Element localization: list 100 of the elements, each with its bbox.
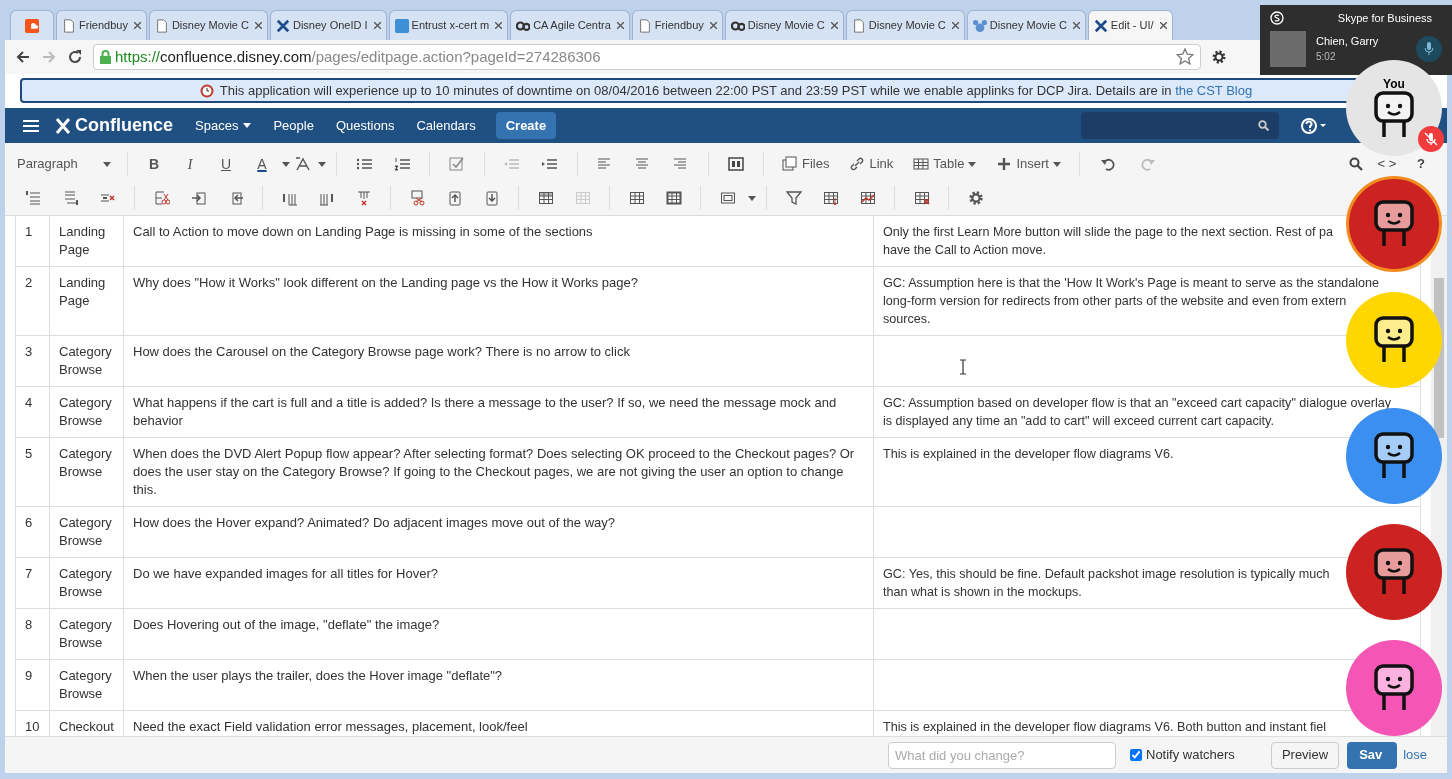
table-layout-icon[interactable] [719,190,736,206]
blog-link[interactable]: the CST Blog [1175,82,1253,98]
browser-tab[interactable]: Friendbuy [631,10,723,40]
source-editor-button[interactable]: < > [1367,154,1407,174]
link-icon [849,156,866,172]
table-chart-icon[interactable] [859,190,876,206]
bold-button[interactable]: B [138,150,170,178]
table-sort-icon[interactable] [822,190,839,206]
reload-icon[interactable] [67,49,83,65]
table-grid-icon[interactable] [628,190,645,206]
toolbar-button[interactable]: Link [841,150,902,178]
preview-button[interactable]: Preview [1270,741,1340,769]
photo-placeholder [1270,31,1306,67]
nav-link[interactable]: Spaces [195,115,252,136]
paragraph-format-dropdown[interactable]: Paragraph [17,154,117,174]
create-button[interactable]: Create [495,112,557,139]
browser-tab[interactable] [10,10,54,40]
save-button[interactable]: Sav [1347,741,1398,769]
files-icon [782,156,798,172]
answer-cell: This is explained in the developer flow diagrams V6. Both button and instant fiel [883,720,1327,734]
insert-row-above-icon[interactable] [25,190,42,206]
paste-column-before-icon[interactable] [446,190,463,206]
browser-tab[interactable]: CA Agile Centra [510,10,630,40]
close-icon[interactable] [1159,22,1167,29]
row-number: 6 [25,515,33,530]
close-icon[interactable] [1072,22,1080,29]
delete-table-icon[interactable] [913,190,930,206]
close-icon[interactable] [830,22,838,29]
funnel-icon[interactable] [785,190,802,206]
browser-tab[interactable]: Friendbuy [56,10,147,40]
close-icon[interactable] [133,22,141,29]
close-icon[interactable] [495,22,503,29]
close-icon[interactable] [373,22,381,29]
numbered-list-icon[interactable] [394,156,410,172]
lock-icon [100,50,111,64]
toolbar-button[interactable]: Table [905,150,985,178]
close-icon[interactable] [709,22,717,29]
robot-face-icon [1372,316,1416,364]
search-field[interactable] [1081,112,1279,139]
close-icon[interactable] [254,22,262,29]
browser-tab[interactable]: Disney Movie C [966,10,1086,40]
cut-column-icon[interactable] [409,190,426,206]
help-icon[interactable] [1301,117,1327,134]
page-icon [851,18,866,33]
browser-tab[interactable]: Disney Movie C [148,10,268,40]
browser-tab[interactable]: Edit - UI/ [1087,10,1173,40]
italic-button[interactable]: I [174,150,206,178]
search-icon[interactable] [1349,157,1363,171]
nav-link[interactable]: People [273,115,314,136]
menu-icon[interactable] [23,119,39,132]
question-cell: Do we have expanded images for all titles for Hover? [133,566,438,581]
browser-tab[interactable]: Disney OneID I [269,10,387,40]
browser-tab[interactable]: Disney Movie C [845,10,965,40]
undo-icon[interactable] [1099,156,1116,172]
toolbar-button[interactable]: Files [774,150,838,178]
table-borders-icon[interactable] [665,190,682,206]
task-checkbox-icon[interactable] [449,156,465,172]
help-button[interactable]: ? [1411,154,1431,174]
url-field[interactable]: https://confluence.disney.com/pages/editpage.action?pageId=274286306 [93,44,1201,70]
paste-row-before-icon[interactable] [190,190,207,206]
robot-face-icon [1372,432,1416,480]
indent-icon[interactable] [542,156,558,172]
call-duration: 5:02 [1316,50,1337,64]
question-cell: Why does "How it Works" look different on the Landing page vs the How it Works page? [133,275,638,290]
section-cell: Category Browse [59,515,112,548]
row-number: 8 [25,617,33,632]
text-color-button[interactable]: A [246,150,278,178]
caret-icon [318,161,326,167]
crossed-x-icon [275,18,290,33]
merge-cells-icon[interactable] [574,190,591,206]
confluence-logo[interactable]: Confluence [55,112,173,139]
nav-link[interactable]: Calendars [416,115,476,136]
answer-cell: Only the first Learn More button will slide the page to the next section. Rest of pa have the Call to Action move. [883,225,1334,257]
cut-row-icon[interactable] [153,190,170,206]
robot-face-icon [1372,200,1416,248]
header-row-icon[interactable] [537,190,554,206]
close-link[interactable]: lose [1403,745,1427,765]
insert-row-below-icon[interactable] [62,190,79,206]
page-layout-icon[interactable] [728,156,744,172]
paste-column-after-icon[interactable] [483,190,500,206]
close-icon[interactable] [616,22,624,29]
toolbar-button[interactable]: Insert [988,150,1069,178]
bulleted-list-icon[interactable] [356,156,372,172]
delete-column-icon[interactable] [355,190,372,206]
back-icon[interactable] [15,49,31,65]
comment-field[interactable]: What did you change? [888,741,1116,769]
browser-tab[interactable]: Entrust x-cert m [388,10,509,40]
underline-button[interactable]: U [210,150,242,178]
settings-icon[interactable] [1211,49,1227,65]
notify-checkbox[interactable] [1130,749,1142,761]
browser-tab[interactable]: Disney Movie C [724,10,844,40]
microphone-button[interactable] [1416,36,1442,62]
plus-icon [996,156,1013,172]
robot-face-icon [1372,91,1416,139]
nav-link[interactable]: Questions [335,115,395,136]
star-icon[interactable] [1176,48,1194,66]
row-number: 2 [25,275,33,290]
close-icon[interactable] [951,22,959,29]
settings-icon[interactable] [967,190,984,206]
soundcloud-logo-icon [25,18,39,33]
